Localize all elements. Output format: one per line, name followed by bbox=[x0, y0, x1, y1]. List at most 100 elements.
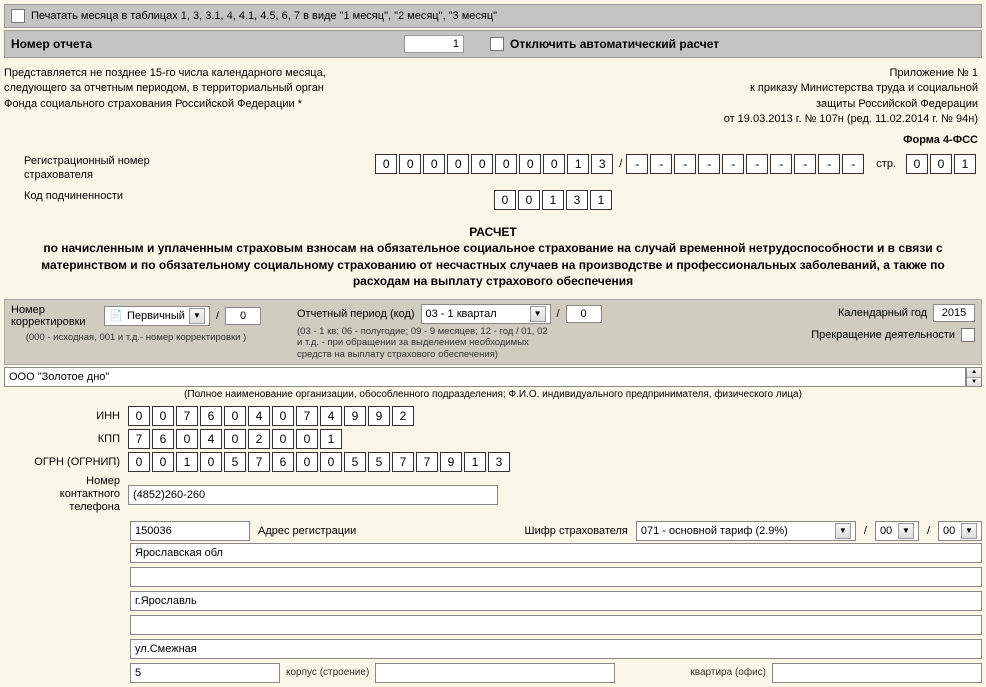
korpus-label: корпус (строение) bbox=[286, 667, 369, 678]
digit-cell[interactable]: 9 bbox=[440, 452, 462, 472]
kpp-cells[interactable]: 760402001 bbox=[128, 429, 344, 449]
digit-cell[interactable]: 0 bbox=[518, 190, 540, 210]
digit-cell[interactable]: - bbox=[650, 154, 672, 174]
year-input[interactable] bbox=[933, 304, 975, 322]
digit-cell[interactable]: 1 bbox=[590, 190, 612, 210]
correction-number[interactable] bbox=[225, 307, 261, 325]
digit-cell[interactable]: 0 bbox=[447, 154, 469, 174]
digit-cell[interactable]: 1 bbox=[176, 452, 198, 472]
digit-cell[interactable]: 0 bbox=[543, 154, 565, 174]
digit-cell[interactable]: 3 bbox=[488, 452, 510, 472]
region-input[interactable] bbox=[130, 543, 982, 563]
digit-cell[interactable]: 7 bbox=[416, 452, 438, 472]
digit-cell[interactable]: 3 bbox=[591, 154, 613, 174]
digit-cell[interactable]: - bbox=[626, 154, 648, 174]
kpp-label: КПП bbox=[24, 433, 124, 445]
digit-cell[interactable]: 1 bbox=[320, 429, 342, 449]
tariff3-dropdown[interactable]: 00 ▼ bbox=[938, 521, 982, 541]
digit-cell[interactable]: 7 bbox=[296, 406, 318, 426]
print-months-checkbox[interactable] bbox=[11, 9, 25, 23]
org-name-input[interactable] bbox=[4, 367, 966, 387]
ogrn-cells[interactable]: 0010576005577913 bbox=[128, 452, 512, 472]
digit-cell[interactable]: 0 bbox=[296, 452, 318, 472]
org-name-spinner[interactable]: ▲▼ bbox=[966, 367, 982, 387]
locality-input[interactable] bbox=[130, 615, 982, 635]
period-number[interactable] bbox=[566, 305, 602, 323]
digit-cell[interactable]: 0 bbox=[272, 406, 294, 426]
period-label: Отчетный период (код) bbox=[297, 308, 415, 320]
tariff2-dropdown[interactable]: 00 ▼ bbox=[875, 521, 919, 541]
digit-cell[interactable]: 0 bbox=[495, 154, 517, 174]
digit-cell[interactable]: 9 bbox=[368, 406, 390, 426]
city-input[interactable] bbox=[130, 591, 982, 611]
digit-cell[interactable]: 1 bbox=[464, 452, 486, 472]
digit-cell[interactable]: 0 bbox=[224, 429, 246, 449]
digit-cell[interactable]: 0 bbox=[375, 154, 397, 174]
house-input[interactable] bbox=[130, 663, 280, 683]
digit-cell[interactable]: - bbox=[722, 154, 744, 174]
address-label: Адрес регистрации bbox=[258, 525, 356, 537]
street-input[interactable] bbox=[130, 639, 982, 659]
digit-cell[interactable]: - bbox=[842, 154, 864, 174]
digit-cell[interactable]: 2 bbox=[248, 429, 270, 449]
correction-dropdown[interactable]: 📄 Первичный ▼ bbox=[104, 306, 210, 326]
report-number-row: Номер отчета Отключить автоматический ра… bbox=[4, 30, 982, 58]
digit-cell[interactable]: 7 bbox=[392, 452, 414, 472]
digit-cell[interactable]: 2 bbox=[392, 406, 414, 426]
flat-input[interactable] bbox=[772, 663, 982, 683]
digit-cell[interactable]: 4 bbox=[248, 406, 270, 426]
digit-cell[interactable]: - bbox=[794, 154, 816, 174]
digit-cell[interactable]: 0 bbox=[494, 190, 516, 210]
postcode-input[interactable] bbox=[130, 521, 250, 541]
digit-cell[interactable]: 4 bbox=[320, 406, 342, 426]
digit-cell[interactable]: 6 bbox=[152, 429, 174, 449]
disable-autocalc-checkbox[interactable] bbox=[490, 37, 504, 51]
period-dropdown[interactable]: 03 - 1 квартал ▼ bbox=[421, 304, 551, 324]
digit-cell[interactable]: 5 bbox=[368, 452, 390, 472]
district-input[interactable] bbox=[130, 567, 982, 587]
digit-cell[interactable]: 0 bbox=[176, 429, 198, 449]
korpus-input[interactable] bbox=[375, 663, 615, 683]
digit-cell[interactable]: - bbox=[818, 154, 840, 174]
digit-cell[interactable]: 1 bbox=[567, 154, 589, 174]
cease-checkbox[interactable] bbox=[961, 328, 975, 342]
digit-cell[interactable]: 5 bbox=[344, 452, 366, 472]
sub-code-cells[interactable]: 00131 bbox=[494, 190, 614, 210]
digit-cell[interactable]: 0 bbox=[224, 406, 246, 426]
digit-cell[interactable]: 0 bbox=[930, 154, 952, 174]
digit-cell[interactable]: - bbox=[746, 154, 768, 174]
digit-cell[interactable]: 1 bbox=[954, 154, 976, 174]
digit-cell[interactable]: 9 bbox=[344, 406, 366, 426]
digit-cell[interactable]: 0 bbox=[320, 452, 342, 472]
digit-cell[interactable]: - bbox=[770, 154, 792, 174]
inn-cells[interactable]: 007604074992 bbox=[128, 406, 416, 426]
digit-cell[interactable]: 6 bbox=[200, 406, 222, 426]
reg-ext-cells[interactable]: ---------- bbox=[626, 154, 866, 174]
phone-input[interactable] bbox=[128, 485, 498, 505]
reg-number-cells[interactable]: 0000000013 bbox=[375, 154, 615, 174]
digit-cell[interactable]: 4 bbox=[200, 429, 222, 449]
tariff-dropdown[interactable]: 071 - основной тариф (2.9%) ▼ bbox=[636, 521, 856, 541]
digit-cell[interactable]: 0 bbox=[152, 406, 174, 426]
digit-cell[interactable]: 0 bbox=[399, 154, 421, 174]
digit-cell[interactable]: 0 bbox=[906, 154, 928, 174]
digit-cell[interactable]: 0 bbox=[519, 154, 541, 174]
digit-cell[interactable]: 7 bbox=[248, 452, 270, 472]
digit-cell[interactable]: 0 bbox=[152, 452, 174, 472]
digit-cell[interactable]: 7 bbox=[176, 406, 198, 426]
digit-cell[interactable]: 5 bbox=[224, 452, 246, 472]
digit-cell[interactable]: 0 bbox=[471, 154, 493, 174]
digit-cell[interactable]: 0 bbox=[128, 452, 150, 472]
digit-cell[interactable]: - bbox=[674, 154, 696, 174]
digit-cell[interactable]: 1 bbox=[542, 190, 564, 210]
digit-cell[interactable]: 0 bbox=[423, 154, 445, 174]
digit-cell[interactable]: 7 bbox=[128, 429, 150, 449]
digit-cell[interactable]: 3 bbox=[566, 190, 588, 210]
digit-cell[interactable]: 0 bbox=[296, 429, 318, 449]
report-number-input[interactable] bbox=[404, 35, 464, 53]
digit-cell[interactable]: - bbox=[698, 154, 720, 174]
digit-cell[interactable]: 0 bbox=[200, 452, 222, 472]
digit-cell[interactable]: 0 bbox=[128, 406, 150, 426]
digit-cell[interactable]: 0 bbox=[272, 429, 294, 449]
digit-cell[interactable]: 6 bbox=[272, 452, 294, 472]
